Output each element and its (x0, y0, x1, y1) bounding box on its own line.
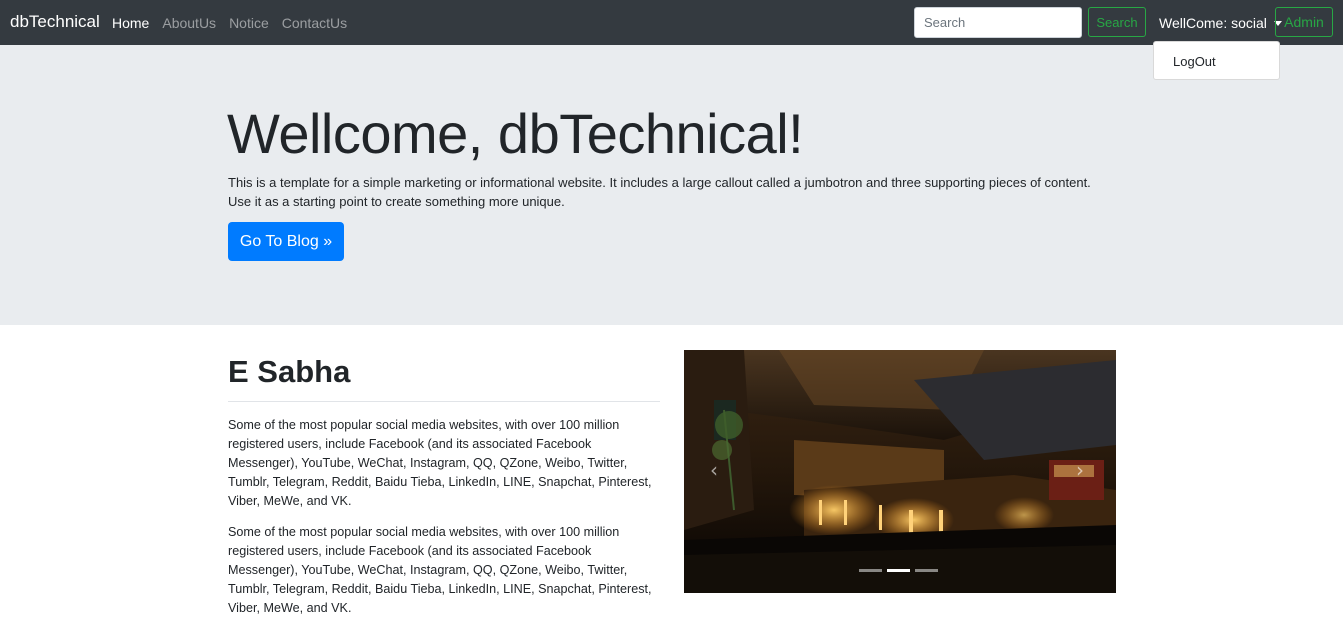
carousel-indicators (859, 569, 943, 572)
carousel-indicator[interactable] (859, 569, 882, 572)
search-input[interactable] (914, 7, 1082, 38)
user-menu-label: WellCome: social (1159, 15, 1267, 31)
admin-button[interactable]: Admin (1275, 7, 1333, 37)
jumbotron-title: Wellcome, dbTechnical! (227, 102, 804, 165)
carousel-next-icon[interactable]: › (1076, 458, 1084, 482)
search-button[interactable]: Search (1088, 7, 1146, 37)
carousel-prev-icon[interactable]: ‹ (710, 458, 718, 482)
carousel-indicator[interactable] (915, 569, 938, 572)
nav-link-notice[interactable]: Notice (229, 15, 269, 31)
go-to-blog-button[interactable]: Go To Blog » (228, 222, 344, 261)
nav-links: Home AboutUs Notice ContactUs (112, 15, 360, 31)
user-menu-toggle[interactable]: WellCome: social (1159, 15, 1282, 31)
brand-logo[interactable]: dbTechnical (10, 12, 100, 32)
nav-link-home[interactable]: Home (112, 15, 149, 31)
content-paragraph: Some of the most popular social media we… (228, 418, 652, 508)
restaurant-interior-photo (684, 350, 1116, 593)
image-carousel: ‹ › (684, 350, 1116, 593)
carousel-indicator[interactable] (887, 569, 910, 572)
nav-link-contactus[interactable]: ContactUs (282, 15, 347, 31)
logout-menu-item[interactable]: LogOut (1173, 54, 1216, 69)
divider (228, 401, 660, 402)
nav-link-aboutus[interactable]: AboutUs (162, 15, 216, 31)
user-dropdown-menu: LogOut (1153, 41, 1280, 80)
jumbotron: Wellcome, dbTechnical! This is a templat… (0, 45, 1343, 325)
section-title: E Sabha (228, 354, 351, 389)
navbar: dbTechnical Home AboutUs Notice ContactU… (0, 0, 1343, 45)
content-paragraph: Some of the most popular social media we… (228, 525, 652, 615)
jumbotron-text: This is a template for a simple marketin… (228, 175, 1091, 209)
